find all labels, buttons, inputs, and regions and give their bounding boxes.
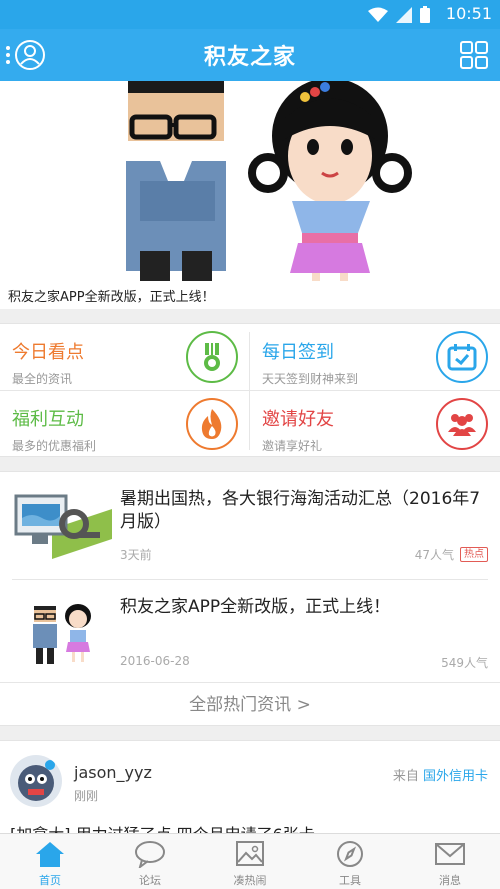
tab-label: 论坛 [139, 874, 161, 887]
feature-invite-friends[interactable]: 邀请好友 邀请享好礼 [250, 391, 500, 457]
mail-icon [435, 843, 465, 865]
view-count: 47人气 [414, 548, 454, 562]
feature-title: 邀请好友 [262, 409, 334, 430]
people-icon [436, 398, 488, 450]
news-meta: 549人气 [441, 654, 488, 671]
tab-fun[interactable]: 凑热闹 [200, 834, 300, 889]
page-title: 积友之家 [203, 45, 296, 70]
status-bar: 10:51 [0, 0, 500, 29]
hot-news-list: 暑期出国热，各大银行海淘活动汇总（2016年7月版） 3天前 47人气 热点 积… [0, 471, 500, 726]
forum-post-card[interactable]: jason_yyz 刚刚 来自 国外信用卡 [加拿大] 用力过猛了点 四个月申请… [0, 740, 500, 835]
feature-benefits[interactable]: 福利互动 最多的优惠福利 [0, 391, 250, 457]
news-title: 积友之家APP全新改版，正式上线！ [120, 597, 391, 617]
news-item[interactable]: 暑期出国热，各大银行海淘活动汇总（2016年7月版） 3天前 47人气 热点 [0, 472, 500, 574]
status-icons [368, 6, 430, 23]
feature-grid: 今日看点 最全的资讯 每日签到 天天签到财神来到 福利互动 最多的优惠福利 邀请… [0, 323, 500, 457]
tab-messages[interactable]: 消息 [400, 834, 500, 889]
chat-bubble-icon [135, 841, 165, 868]
fire-icon [186, 398, 238, 450]
feature-subtitle: 最全的资讯 [12, 372, 73, 386]
banner-illustration [126, 81, 412, 281]
app-header: 积友之家 [0, 29, 500, 81]
feature-subtitle: 天天签到财神来到 [262, 372, 359, 386]
post-time: 刚刚 [74, 789, 99, 803]
view-count: 549人气 [441, 656, 488, 670]
tab-label: 凑热闹 [233, 874, 267, 887]
news-date: 2016-06-28 [120, 654, 190, 668]
feature-title: 每日签到 [262, 342, 334, 363]
medal-icon [186, 331, 238, 383]
all-hot-news-link[interactable]: 全部热门资讯 > [0, 682, 500, 726]
bottom-tab-bar: 首页 论坛 凑热闹 工具 消息 [0, 833, 500, 889]
news-meta: 47人气 热点 [415, 546, 488, 563]
avatar[interactable] [10, 755, 62, 807]
from-label: 来自 [392, 769, 419, 784]
signal-icon [396, 7, 412, 23]
tab-label: 工具 [339, 874, 361, 887]
news-date: 3天前 [120, 548, 152, 562]
promo-banner[interactable]: 积友之家APP全新改版，正式上线！ [0, 81, 500, 309]
hot-badge: 热点 [460, 547, 488, 562]
news-thumbnail [33, 604, 91, 664]
board-link[interactable]: 国外信用卡 [423, 769, 488, 784]
news-title: 暑期出国热，各大银行海淘活动汇总（2016年7月版） [120, 489, 481, 532]
clock: 10:51 [445, 4, 492, 23]
banner-caption: 积友之家APP全新改版，正式上线！ [8, 290, 215, 305]
tab-label: 消息 [439, 874, 461, 887]
compass-icon [337, 841, 363, 867]
post-source: 来自 国外信用卡 [393, 765, 488, 784]
grid-menu-icon[interactable] [460, 41, 488, 69]
feature-title: 今日看点 [12, 342, 84, 363]
tab-forum[interactable]: 论坛 [100, 834, 200, 889]
image-icon [236, 841, 264, 866]
tab-home[interactable]: 首页 [0, 834, 100, 889]
calendar-icon [436, 331, 488, 383]
feature-subtitle: 邀请享好礼 [262, 439, 323, 453]
feature-subtitle: 最多的优惠福利 [12, 439, 97, 453]
tab-tools[interactable]: 工具 [300, 834, 400, 889]
battery-icon [420, 6, 430, 23]
feature-daily-checkin[interactable]: 每日签到 天天签到财神来到 [250, 324, 500, 390]
news-thumbnail [14, 494, 112, 559]
home-icon [36, 842, 64, 867]
feature-today-highlights[interactable]: 今日看点 最全的资讯 [0, 324, 250, 390]
news-item[interactable]: 积友之家APP全新改版，正式上线！ 2016-06-28 549人气 [0, 580, 500, 682]
tab-label: 首页 [39, 874, 61, 887]
feature-title: 福利互动 [12, 409, 84, 430]
username[interactable]: jason_yyz [74, 763, 152, 782]
wifi-icon [368, 7, 388, 22]
